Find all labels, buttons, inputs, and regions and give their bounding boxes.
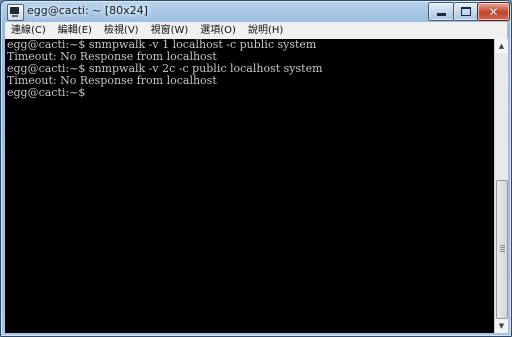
menu-bar: 連線(C) 編輯(E) 檢視(V) 視窗(W) 選項(O) 說明(H) bbox=[5, 22, 507, 40]
menu-connection[interactable]: 連線(C) bbox=[5, 22, 52, 39]
grip-line bbox=[500, 247, 505, 248]
terminal-prompt-line: egg@cacti:~$ bbox=[7, 86, 86, 99]
window-title: egg@cacti: ~ [80x24] bbox=[27, 4, 148, 17]
maximize-icon bbox=[461, 7, 471, 16]
grip-line bbox=[500, 249, 505, 250]
menu-window[interactable]: 視窗(W) bbox=[145, 22, 195, 39]
putty-terminal-icon[interactable] bbox=[7, 4, 24, 21]
menu-options[interactable]: 選項(O) bbox=[194, 22, 242, 39]
menu-help[interactable]: 說明(H) bbox=[242, 22, 289, 39]
minimize-icon bbox=[437, 13, 446, 16]
maximize-button[interactable] bbox=[453, 2, 479, 21]
close-icon: ✕ bbox=[488, 4, 499, 19]
scroll-up-button[interactable]: ▲ bbox=[495, 39, 508, 53]
terminal-screen[interactable]: egg@cacti:~$ snmpwalk -v 1 localhost -c … bbox=[5, 39, 494, 333]
arrow-down-icon: ▼ bbox=[498, 322, 505, 330]
arrow-up-icon: ▲ bbox=[498, 42, 505, 50]
minimize-button[interactable] bbox=[428, 2, 455, 21]
grip-line bbox=[500, 251, 505, 252]
grip-line bbox=[500, 245, 505, 246]
menu-edit[interactable]: 編輯(E) bbox=[52, 22, 98, 39]
vertical-scrollbar[interactable]: ▲ ▼ bbox=[494, 39, 508, 333]
scrollbar-thumb[interactable] bbox=[496, 180, 508, 319]
title-bar[interactable]: egg@cacti: ~ [80x24] ✕ bbox=[1, 1, 511, 23]
scroll-down-button[interactable]: ▼ bbox=[495, 319, 508, 333]
close-button[interactable]: ✕ bbox=[477, 2, 510, 21]
menu-view[interactable]: 檢視(V) bbox=[98, 22, 145, 39]
terminal-window: egg@cacti: ~ [80x24] ✕ 連線(C) 編輯(E) 檢視(V)… bbox=[0, 0, 512, 337]
